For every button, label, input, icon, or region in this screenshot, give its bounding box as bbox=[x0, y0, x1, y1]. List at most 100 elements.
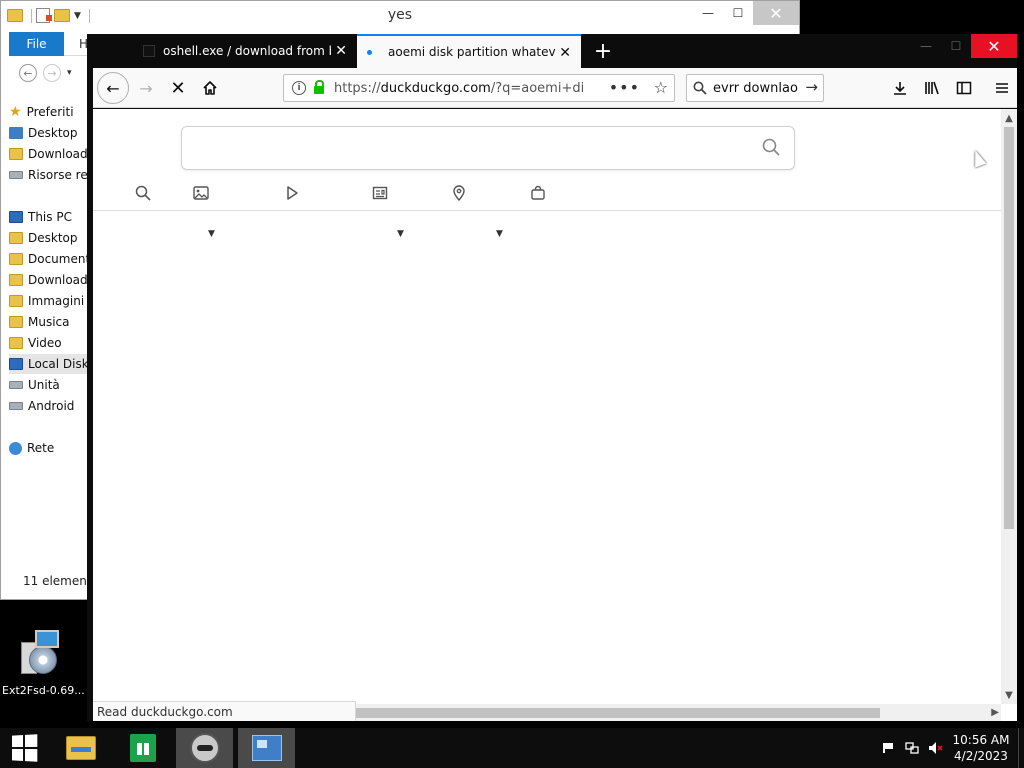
page-actions-menu-icon[interactable]: ••• bbox=[609, 78, 640, 97]
explorer-titlebar[interactable]: ▼ yes — ☐ ✕ bbox=[1, 1, 799, 32]
firefox-window: oshell.exe / download from bas ✕ aoemi d… bbox=[87, 34, 1017, 721]
nav-item-this-pc[interactable]: This PC bbox=[9, 207, 89, 227]
time-dropdown-arrow-icon[interactable]: ▼ bbox=[496, 229, 503, 239]
close-tab-icon[interactable]: ✕ bbox=[335, 43, 347, 59]
safe-search-dropdown-arrow-icon[interactable]: ▼ bbox=[397, 229, 404, 239]
nav-item-unita[interactable]: Unità bbox=[9, 375, 89, 395]
nav-item-label: Documenti bbox=[28, 252, 89, 266]
back-arrow-icon[interactable]: ← bbox=[19, 64, 37, 82]
nav-item-label: Musica bbox=[28, 315, 70, 329]
nav-item-pc-desktop[interactable]: Desktop bbox=[9, 228, 89, 248]
stop-loading-button[interactable]: ✕ bbox=[163, 73, 193, 103]
bookmark-star-icon[interactable]: ☆ bbox=[654, 78, 668, 97]
minimize-button[interactable]: — bbox=[693, 1, 723, 25]
browser-tab-oshell[interactable]: oshell.exe / download from bas ✕ bbox=[133, 34, 357, 68]
menu-button[interactable] bbox=[987, 73, 1017, 103]
nav-item-label: Risorse recenti bbox=[28, 168, 89, 182]
browser-tab-active[interactable]: aoemi disk partition whatevrr d ✕ bbox=[357, 34, 581, 68]
taskbar-file-explorer[interactable] bbox=[52, 728, 109, 768]
forward-button[interactable]: → bbox=[131, 73, 161, 103]
nav-item-android[interactable]: Android bbox=[9, 396, 89, 416]
windows-logo-icon bbox=[12, 734, 38, 762]
show-desktop-button[interactable] bbox=[1018, 728, 1024, 768]
close-button[interactable]: ✕ bbox=[753, 1, 799, 25]
maximize-button[interactable]: ☐ bbox=[723, 1, 753, 25]
tab-videos[interactable] bbox=[282, 183, 302, 203]
nav-item-immagini[interactable]: Immagini bbox=[9, 291, 89, 311]
nav-item-label: Android bbox=[28, 399, 75, 413]
downloads-button[interactable] bbox=[885, 73, 915, 103]
navigation-toolbar: ← → ✕ i https://duckduckgo.com/?q=aoemi+… bbox=[93, 68, 1017, 108]
tab-all-results[interactable] bbox=[133, 183, 153, 203]
desktop-folder-icon bbox=[9, 232, 23, 244]
nav-item-pc-download[interactable]: Download bbox=[9, 270, 89, 290]
scroll-up-arrow-icon[interactable]: ▲ bbox=[1001, 110, 1017, 126]
explorer-window-controls: — ☐ ✕ bbox=[693, 1, 799, 25]
file-tab[interactable]: File bbox=[9, 32, 64, 56]
nav-item-desktop[interactable]: Desktop bbox=[9, 123, 89, 143]
status-panel: Read duckduckgo.com bbox=[93, 701, 356, 721]
explorer-status-text: 11 elementi bbox=[23, 574, 95, 588]
nav-item-recent[interactable]: Risorse recenti bbox=[9, 165, 89, 185]
sidebar-button[interactable] bbox=[949, 73, 979, 103]
videos-folder-icon bbox=[9, 337, 23, 349]
tab-shopping[interactable] bbox=[528, 183, 548, 203]
action-center-flag-icon[interactable] bbox=[876, 728, 900, 768]
forward-arrow-icon[interactable]: → bbox=[43, 64, 61, 82]
tab-favicon-icon bbox=[143, 45, 155, 57]
play-icon bbox=[287, 186, 298, 200]
url-text[interactable]: https://duckduckgo.com/?q=aoemi+disk bbox=[334, 81, 584, 96]
nav-item-label: Video bbox=[28, 336, 62, 350]
mouse-cursor-icon bbox=[969, 148, 987, 168]
site-info-icon[interactable]: i bbox=[292, 81, 306, 95]
search-icon[interactable] bbox=[762, 138, 780, 156]
system-clock[interactable]: 10:56 AM 4/2/2023 bbox=[948, 732, 1014, 764]
taskbar-store[interactable] bbox=[114, 728, 171, 768]
minimize-button[interactable]: — bbox=[911, 34, 941, 58]
search-bar[interactable]: evrr downlao → bbox=[686, 74, 824, 102]
star-icon: ★ bbox=[9, 104, 22, 120]
nav-item-documenti[interactable]: Documenti bbox=[9, 249, 89, 269]
taskbar-firefox[interactable] bbox=[176, 728, 233, 768]
library-button[interactable] bbox=[917, 73, 947, 103]
nav-item-rete[interactable]: Rete bbox=[9, 438, 89, 458]
horizontal-scrollbar[interactable]: ▶ bbox=[356, 704, 1001, 721]
volume-muted-icon[interactable] bbox=[924, 728, 948, 768]
nav-item-local-disk[interactable]: Local Disk bbox=[9, 354, 89, 374]
recent-locations-arrow-icon[interactable]: ▾ bbox=[67, 68, 72, 78]
nav-item-preferiti[interactable]: ★ Preferiti bbox=[9, 102, 89, 122]
tab-news[interactable] bbox=[370, 183, 390, 203]
network-status-icon[interactable] bbox=[900, 728, 924, 768]
back-button[interactable]: ← bbox=[97, 72, 129, 104]
close-tab-icon[interactable]: ✕ bbox=[559, 45, 571, 61]
nav-item-label: Desktop bbox=[28, 126, 78, 140]
scrollbar-thumb[interactable] bbox=[1004, 127, 1014, 529]
close-button[interactable]: ✕ bbox=[971, 34, 1017, 58]
ddg-search-input[interactable] bbox=[181, 126, 795, 170]
region-dropdown-arrow-icon[interactable]: ▼ bbox=[208, 229, 215, 239]
start-button[interactable] bbox=[0, 728, 48, 768]
search-go-arrow-icon[interactable]: → bbox=[805, 78, 818, 96]
taskbar-control-panel[interactable] bbox=[238, 728, 295, 768]
scroll-down-arrow-icon[interactable]: ▼ bbox=[1001, 687, 1017, 703]
tab-strip: oshell.exe / download from bas ✕ aoemi d… bbox=[87, 34, 1017, 68]
nav-item-label: Immagini bbox=[28, 294, 85, 308]
maximize-button[interactable]: ☐ bbox=[941, 34, 971, 58]
nav-item-label: This PC bbox=[28, 210, 72, 224]
home-button[interactable] bbox=[195, 73, 225, 103]
nav-item-video[interactable]: Video bbox=[9, 333, 89, 353]
scrollbar-thumb[interactable] bbox=[356, 708, 880, 718]
vertical-scrollbar[interactable]: ▲ ▼ bbox=[1001, 109, 1017, 704]
desktop-shortcut[interactable]: Ext2Fsd-0.69... bbox=[2, 628, 85, 697]
address-bar[interactable]: i https://duckduckgo.com/?q=aoemi+disk •… bbox=[283, 74, 675, 102]
tab-maps[interactable] bbox=[449, 183, 469, 203]
nav-item-label: Desktop bbox=[28, 231, 78, 245]
search-input[interactable]: evrr downlao bbox=[713, 81, 803, 96]
scroll-right-arrow-icon[interactable]: ▶ bbox=[991, 704, 999, 721]
secure-lock-icon bbox=[314, 80, 324, 94]
new-tab-button[interactable]: + bbox=[589, 38, 617, 64]
tab-images[interactable] bbox=[191, 183, 211, 203]
nav-item-download[interactable]: Download bbox=[9, 144, 89, 164]
pictures-folder-icon bbox=[9, 295, 23, 307]
nav-item-musica[interactable]: Musica bbox=[9, 312, 89, 332]
